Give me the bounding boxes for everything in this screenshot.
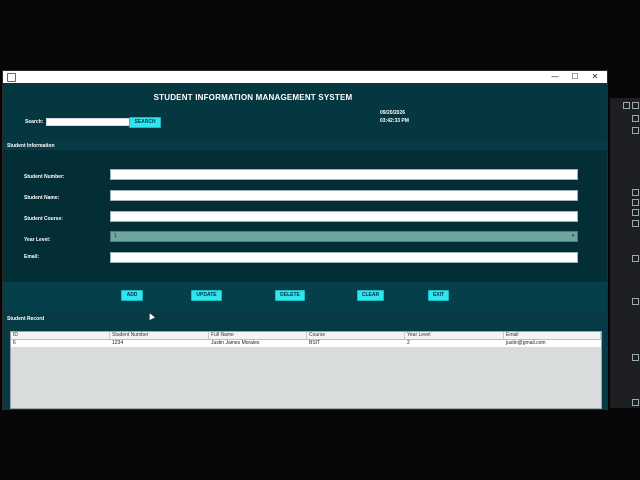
editor-side-icon [632,354,639,361]
student-name-field[interactable] [110,190,578,201]
update-button[interactable]: UPDATE [191,290,222,301]
editor-toolbar-icon [632,115,639,122]
app-window: — ☐ ✕ STUDENT INFORMATION MANAGEMENT SYS… [2,70,608,410]
header-panel: STUDENT INFORMATION MANAGEMENT SYSTEM Se… [3,83,607,141]
cell-course: BSIT [309,340,321,346]
maximize-icon[interactable]: ☐ [565,71,585,83]
email-label: Email: [24,254,40,260]
editor-side-icon [632,399,639,406]
student-course-label: Student Course: [24,216,63,222]
title-bar: — ☐ ✕ [3,71,607,83]
editor-side-icon [632,189,639,196]
search-label: Search: [25,119,44,125]
column-header-year-level[interactable]: Year Level [405,332,504,339]
table-header: ID Student Number Full Name Course Year … [11,332,601,340]
editor-side-icon [632,255,639,262]
editor-toolbar-icon [623,102,630,109]
year-level-value: 1 [114,233,117,239]
editor-side-icon [632,209,639,216]
date-display: 09/20/2026 [380,110,406,116]
clear-button[interactable]: CLEAR [357,290,384,301]
year-level-label: Year Level: [24,237,51,243]
add-button[interactable]: ADD [121,290,143,301]
editor-toolbar-icon [632,127,639,134]
cell-year-level: 2 [407,340,410,346]
minimize-icon[interactable]: — [545,71,565,83]
search-button[interactable]: SEARCH [129,117,161,128]
student-information-label: Student Information [7,143,55,149]
page-title: STUDENT INFORMATION MANAGEMENT SYSTEM [153,93,353,102]
cell-full-name: Justin James Morales [211,340,260,346]
table-row[interactable]: 6 1234 Justin James Morales BSIT 2 justi… [11,340,601,347]
student-record-label: Student Record [7,316,45,322]
editor-side-icon [632,220,639,227]
chevron-down-icon[interactable]: ▾ [570,232,576,241]
background-editor-window [610,98,640,408]
column-header-course[interactable]: Course [307,332,405,339]
editor-side-icon [632,298,639,305]
app-icon [7,73,16,82]
mouse-cursor-icon [147,312,155,320]
column-header-full-name[interactable]: Full Name [209,332,307,339]
time-display: 03:42:33 PM [380,118,409,124]
close-icon[interactable]: ✕ [585,71,605,83]
delete-button[interactable]: DELETE [275,290,305,301]
column-header-email[interactable]: Email [504,332,601,339]
editor-toolbar-icon [632,102,639,109]
action-button-panel [3,282,607,312]
student-number-field[interactable] [110,169,578,180]
student-name-label: Student Name: [24,195,60,201]
cell-email: justin@gmail.com [506,340,546,346]
exit-button[interactable]: EXIT [428,290,449,301]
column-header-id[interactable]: ID [11,332,110,339]
email-field[interactable] [110,252,578,263]
student-number-label: Student Number: [24,174,65,180]
cell-id: 6 [13,340,16,346]
student-record-table[interactable]: ID Student Number Full Name Course Year … [10,331,602,409]
year-level-select[interactable]: 1 ▾ [110,231,578,242]
student-course-field[interactable] [110,211,578,222]
search-input[interactable] [46,118,130,126]
cell-student-number: 1234 [112,340,124,346]
editor-side-icon [632,199,639,206]
column-header-student-number[interactable]: Student Number [110,332,209,339]
